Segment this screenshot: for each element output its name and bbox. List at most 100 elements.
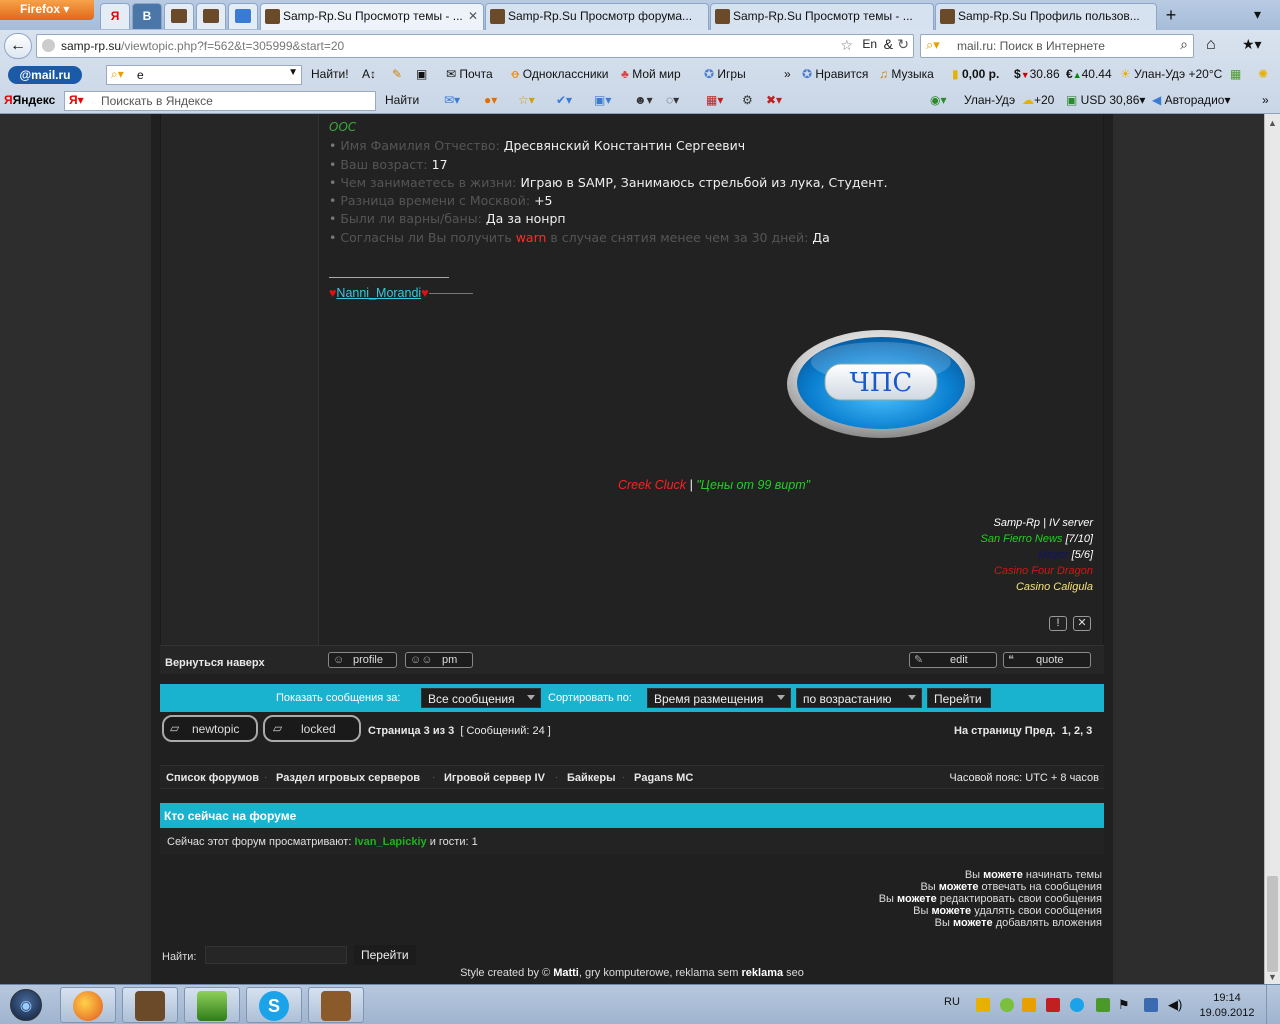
yandex-market-icon[interactable]: ▦▾ (706, 93, 723, 107)
show-desktop-button[interactable] (1266, 985, 1280, 1024)
yandex-check-icon[interactable]: ✔▾ (556, 93, 572, 107)
sort-go-button[interactable]: Перейти (927, 688, 991, 708)
yandex-translate-icon[interactable]: ▣▾ (594, 93, 611, 107)
yandex-weather[interactable]: ☁+20 (1022, 93, 1054, 107)
delete-icon[interactable]: ✕ (1073, 616, 1091, 631)
scroll-up-icon[interactable]: ▲ (1268, 118, 1277, 128)
search-bar[interactable]: ⌕▾ mail.ru: Поиск в Интернете ⌕ (920, 34, 1194, 58)
mailru-find-button[interactable]: Найти! (311, 67, 349, 81)
gear-icon[interactable]: ⚙ (742, 93, 753, 107)
sort-order-select[interactable]: по возрастанию (796, 688, 922, 708)
action-center-flag-icon[interactable]: ⚑ (1118, 997, 1130, 1013)
yandex-logo[interactable]: ЯЯндекс (4, 93, 55, 107)
tab-view-forum[interactable]: Samp-Rp.Su Просмотр форума... (485, 3, 709, 30)
tray-app-icon[interactable] (976, 998, 990, 1012)
pinned-tab-yandex[interactable]: Я (100, 3, 130, 29)
tray-app-icon[interactable] (1000, 998, 1014, 1012)
search-input[interactable] (205, 946, 347, 964)
tray-app-icon[interactable] (1022, 998, 1036, 1012)
like-link[interactable]: ✪ Нравится (802, 67, 868, 81)
ampersand-icon[interactable]: & (884, 36, 893, 52)
page-links[interactable]: 1, 2, 3 (1062, 725, 1093, 737)
new-topic-button[interactable]: ▱ newtopic (162, 715, 258, 742)
tab-user-profile[interactable]: Samp-Rp.Su Профиль пользов... (935, 3, 1157, 30)
system-clock[interactable]: 19:14 19.09.2012 (1197, 991, 1257, 1021)
mailru-logo[interactable]: @mail.ru (8, 66, 82, 84)
scrollbar-thumb[interactable] (1267, 876, 1278, 972)
breadcrumb-pagans-mc[interactable]: Pagans MC (634, 772, 693, 784)
overflow-chevron-icon[interactable]: » (1262, 93, 1269, 107)
breadcrumb-forum-index[interactable]: Список форумов (166, 772, 259, 784)
taskbar-skype[interactable]: S (246, 987, 302, 1023)
new-tab-button[interactable]: + (1158, 4, 1184, 28)
highlight-icon[interactable]: ✎ (392, 67, 402, 81)
locked-button[interactable]: ▱ locked (263, 715, 361, 742)
scroll-down-icon[interactable]: ▼ (1268, 972, 1277, 982)
signature-user-link[interactable]: Nanni_Morandi (336, 286, 421, 300)
taskbar-firefox[interactable] (60, 987, 116, 1023)
search-engine-icon[interactable]: ⌕▾ (926, 37, 940, 53)
settings-sun-icon[interactable]: ✺ (1258, 67, 1268, 81)
weather-link[interactable]: ☀ Улан-Удэ +20°C (1120, 67, 1222, 81)
breadcrumb-bikers[interactable]: Байкеры (567, 772, 616, 784)
reload-icon[interactable]: ↻ (897, 36, 909, 53)
close-icon[interactable]: ✕ (468, 9, 478, 23)
volume-icon[interactable]: ◀) (1168, 997, 1182, 1013)
bookmarks-menu-icon[interactable]: ★▾ (1242, 36, 1262, 53)
taskbar-app-green[interactable] (184, 987, 240, 1023)
yandex-mail-icon[interactable]: ✉▾ (444, 93, 460, 107)
dropdown-arrow-icon[interactable]: ▼ (288, 67, 298, 78)
music-link[interactable]: ♫ Музыка (879, 67, 934, 81)
yandex-usd[interactable]: ▣ USD 30,86▾ (1066, 93, 1145, 107)
yandex-direct-icon[interactable]: ✖▾ (766, 93, 782, 107)
quote-button[interactable]: ❝ quote (1003, 652, 1091, 668)
search-go-button[interactable]: Перейти (354, 945, 416, 965)
yandex-people-icon[interactable]: ☻▾ (634, 93, 653, 107)
pm-button[interactable]: ☺☺ pm (405, 652, 473, 668)
language-indicator[interactable]: RU (944, 996, 960, 1008)
yandex-fotki-icon[interactable]: ●▾ (484, 93, 497, 107)
more-chevron-icon[interactable]: » (784, 67, 791, 81)
yandex-city[interactable]: Улан-Удэ (964, 93, 1015, 107)
odnoklassniki-link[interactable]: ꝋ Одноклассники (511, 67, 609, 81)
list-tabs-icon[interactable]: ▾ (1254, 6, 1261, 23)
report-icon[interactable]: ! (1049, 616, 1067, 631)
screenshot-icon[interactable]: ▣ (416, 67, 427, 81)
balance-link[interactable]: ▮ 0,00 р. (952, 67, 999, 81)
yandex-chat-icon[interactable]: ◌▾ (666, 93, 679, 107)
taskbar-samp-player[interactable] (122, 987, 178, 1023)
online-user-link[interactable]: Ivan_Lapickiy (354, 836, 426, 848)
edit-button[interactable]: ✎ edit (909, 652, 997, 668)
eur-rate[interactable]: €▲40.44 (1066, 67, 1112, 81)
mailru-search-input[interactable]: ⌕▾ е ▼ (106, 65, 302, 85)
tray-shield-icon[interactable] (1046, 998, 1060, 1012)
pinned-tab-sync[interactable] (228, 3, 258, 29)
breadcrumb-game-servers[interactable]: Раздел игровых серверов (276, 772, 420, 784)
font-size-icon[interactable]: A↕ (362, 67, 376, 81)
location-icon[interactable]: ◉▾ (930, 93, 947, 107)
show-posts-select[interactable]: Все сообщения (421, 688, 541, 708)
breadcrumb-server-iv[interactable]: Игровой сервер IV (444, 772, 545, 784)
vertical-scrollbar[interactable]: ▲ ▼ (1264, 114, 1280, 984)
yandex-radio[interactable]: ◀ Авторадио▾ (1152, 93, 1230, 107)
yandex-favorites-icon[interactable]: ☆▾ (518, 93, 535, 107)
back-to-top-link[interactable]: Вернуться наверх (165, 657, 265, 669)
search-icon[interactable]: ⌕ (1180, 36, 1188, 53)
tray-skype-icon[interactable] (1070, 998, 1084, 1012)
tray-check-icon[interactable] (1096, 998, 1110, 1012)
home-icon[interactable]: ⌂ (1206, 36, 1216, 54)
yandex-find-button[interactable]: Найти (385, 93, 419, 107)
bookmark-star-icon[interactable]: ☆ (840, 37, 853, 54)
start-button[interactable]: ◉ (10, 989, 42, 1021)
tab-view-topic-2[interactable]: Samp-Rp.Su Просмотр темы - ... (710, 3, 934, 30)
map-icon[interactable]: ▦ (1230, 67, 1241, 81)
taskbar-samp-game[interactable] (308, 987, 364, 1023)
pinned-tab-samp-2[interactable] (196, 3, 226, 29)
my-world-link[interactable]: ♣ Мой мир (621, 67, 681, 81)
mail-link[interactable]: ✉ Почта (446, 67, 493, 81)
pinned-tab-samp-1[interactable] (164, 3, 194, 29)
usd-rate[interactable]: $▼30.86 (1014, 67, 1060, 81)
firefox-menu-button[interactable]: Firefox ▾ (0, 0, 94, 20)
sort-by-select[interactable]: Время размещения (647, 688, 791, 708)
url-bar[interactable]: samp-rp.su/viewtopic.php?f=562&t=305999&… (36, 34, 914, 58)
